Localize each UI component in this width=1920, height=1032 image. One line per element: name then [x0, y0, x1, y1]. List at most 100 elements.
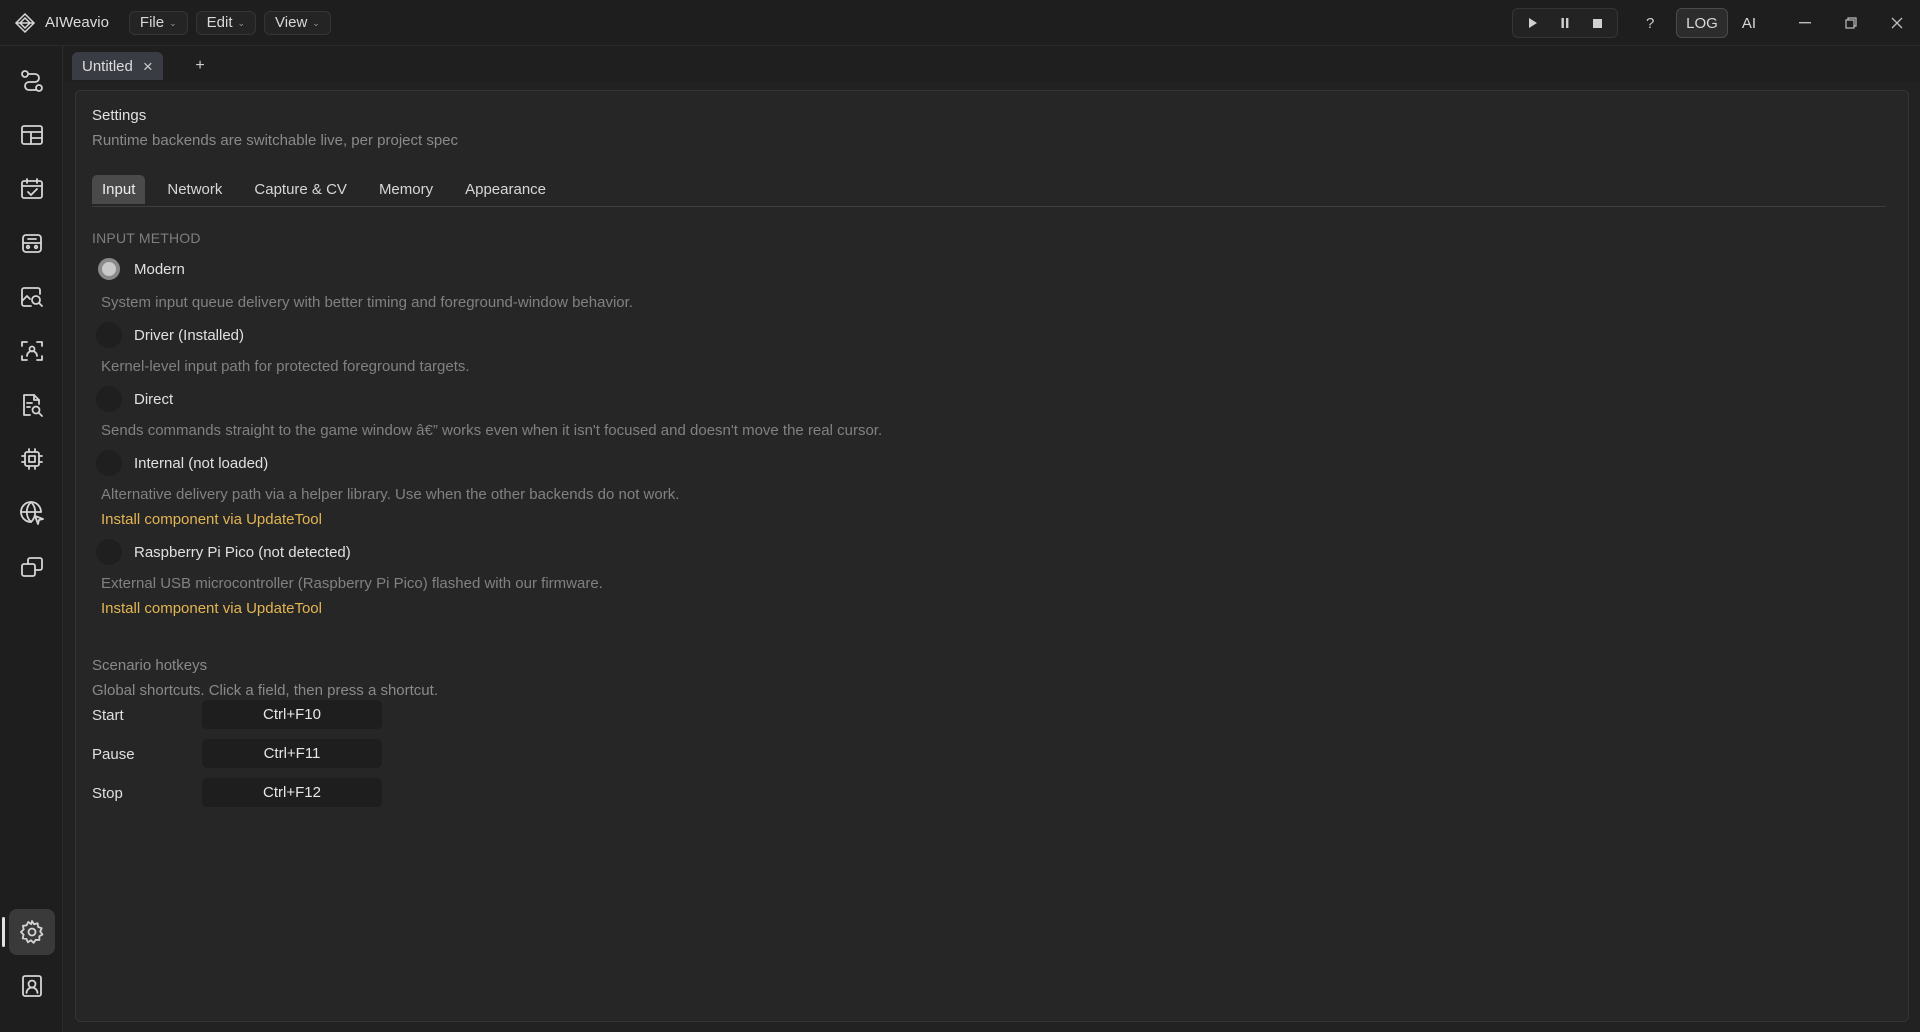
sidebar-item-document-search[interactable] — [9, 382, 55, 428]
workflow-icon — [21, 70, 43, 92]
tab-input[interactable]: Input — [92, 175, 146, 204]
option-driver[interactable]: Driver (Installed) — [92, 322, 244, 348]
hotkey-row-stop: Stop Ctrl+F12 — [92, 778, 382, 807]
menu-bar: File ⌄ Edit ⌄ View ⌄ — [128, 10, 331, 35]
document-tab-untitled[interactable]: Untitled × — [72, 52, 163, 80]
chevron-down-icon: ⌄ — [237, 18, 246, 28]
close-tab-icon[interactable]: × — [143, 58, 153, 75]
stop-icon — [1592, 18, 1602, 28]
sidebar-item-settings[interactable] — [9, 909, 55, 955]
menu-file-label: File — [139, 14, 165, 31]
calendar-check-icon — [21, 178, 43, 199]
hotkey-stop-field[interactable]: Ctrl+F12 — [202, 778, 382, 807]
option-direct-description: Sends commands straight to the game wind… — [101, 422, 883, 439]
sidebar-item-image-search[interactable] — [9, 274, 55, 320]
sidebar-item-network[interactable] — [9, 490, 55, 536]
tab-network[interactable]: Network — [157, 175, 232, 204]
input-method-heading: INPUT METHOD — [92, 230, 201, 246]
option-direct-label: Direct — [134, 390, 174, 408]
ai-button[interactable]: AI — [1742, 15, 1756, 32]
chip-icon — [21, 448, 43, 470]
chevron-down-icon: ⌄ — [312, 18, 320, 28]
tab-capture-cv[interactable]: Capture & CV — [244, 175, 357, 204]
add-tab-button[interactable]: + — [186, 54, 214, 78]
stop-button[interactable] — [1581, 9, 1613, 37]
sidebar-item-chip[interactable] — [9, 436, 55, 482]
log-button[interactable]: LOG — [1676, 8, 1728, 38]
active-indicator — [2, 917, 5, 947]
option-modern-label: Modern — [134, 260, 185, 278]
sidebar — [0, 46, 63, 1032]
hotkey-pause-label: Pause — [92, 746, 135, 763]
option-pico-description: External USB microcontroller (Raspberry … — [101, 575, 603, 592]
layout-icon — [21, 125, 43, 145]
windows-stack-icon — [21, 557, 43, 577]
menu-view-label: View — [275, 14, 308, 31]
hotkey-pause-field[interactable]: Ctrl+F11 — [202, 739, 382, 768]
title-bar-controls: ? LOG AI — [1512, 0, 1920, 46]
hotkeys-heading: Scenario hotkeys — [92, 657, 208, 674]
document-tab-label: Untitled — [82, 57, 133, 75]
close-window-button[interactable] — [1874, 0, 1920, 46]
sidebar-item-schedule[interactable] — [9, 166, 55, 212]
radio-direct[interactable] — [96, 386, 122, 412]
sidebar-item-scan[interactable] — [9, 328, 55, 374]
radio-internal[interactable] — [96, 450, 122, 476]
option-internal-label: Internal (not loaded) — [134, 454, 269, 472]
document-search-icon — [23, 394, 43, 417]
option-modern-description: System input queue delivery with better … — [101, 294, 633, 311]
hotkey-stop-label: Stop — [92, 785, 123, 802]
user-badge-icon — [22, 975, 42, 997]
sidebar-item-bot[interactable] — [9, 220, 55, 266]
page-title: Settings — [92, 107, 147, 124]
play-button[interactable] — [1517, 9, 1549, 37]
hotkey-row-start: Start Ctrl+F10 — [92, 700, 382, 729]
minimize-icon — [1799, 22, 1811, 24]
gear-icon — [20, 920, 44, 944]
app-name: AIWeavio — [45, 14, 109, 31]
hotkey-start-field[interactable]: Ctrl+F10 — [202, 700, 382, 729]
restore-icon — [1845, 17, 1857, 29]
menu-edit[interactable]: Edit ⌄ — [195, 10, 257, 35]
option-internal[interactable]: Internal (not loaded) — [92, 450, 268, 476]
tab-appearance[interactable]: Appearance — [455, 175, 556, 204]
option-pico-label: Raspberry Pi Pico (not detected) — [134, 543, 351, 561]
pause-icon — [1561, 18, 1569, 28]
scan-focus-icon — [21, 341, 43, 361]
close-icon — [1891, 17, 1903, 29]
robot-icon — [22, 234, 42, 253]
radio-driver[interactable] — [96, 322, 122, 348]
option-modern[interactable]: Modern — [92, 258, 185, 280]
sidebar-item-workflow[interactable] — [9, 58, 55, 104]
hotkey-row-pause: Pause Ctrl+F11 — [92, 739, 382, 768]
transport-controls — [1512, 8, 1619, 38]
help-button[interactable]: ? — [1636, 9, 1664, 37]
option-internal-description: Alternative delivery path via a helper l… — [101, 486, 680, 503]
menu-edit-label: Edit — [206, 14, 233, 31]
play-icon — [1529, 18, 1538, 28]
chevron-down-icon: ⌄ — [169, 18, 177, 28]
install-internal-link[interactable]: Install component via UpdateTool — [101, 511, 322, 528]
menu-file[interactable]: File ⌄ — [128, 10, 188, 35]
app-logo-icon — [14, 12, 36, 34]
sidebar-item-windows[interactable] — [9, 544, 55, 590]
menu-view[interactable]: View ⌄ — [264, 10, 331, 35]
tab-memory[interactable]: Memory — [369, 175, 443, 204]
restore-button[interactable] — [1828, 0, 1874, 46]
page-subtitle: Runtime backends are switchable live, pe… — [92, 132, 459, 149]
settings-tabs: Input Network Capture & CV Memory Appear… — [92, 175, 1886, 207]
option-direct[interactable]: Direct — [92, 386, 173, 412]
pause-button[interactable] — [1549, 9, 1581, 37]
option-driver-description: Kernel-level input path for protected fo… — [101, 358, 470, 375]
image-search-icon — [21, 287, 43, 307]
settings-panel: Settings Runtime backends are switchable… — [75, 90, 1909, 1022]
minimize-button[interactable] — [1782, 0, 1828, 46]
sidebar-item-profile[interactable] — [9, 963, 55, 1009]
option-pico[interactable]: Raspberry Pi Pico (not detected) — [92, 539, 351, 565]
title-bar: AIWeavio File ⌄ Edit ⌄ View ⌄ ? LOG AI — [0, 0, 1920, 46]
sidebar-item-layout[interactable] — [9, 112, 55, 158]
install-pico-link[interactable]: Install component via UpdateTool — [101, 600, 322, 617]
globe-cursor-icon — [20, 501, 44, 525]
radio-modern[interactable] — [98, 258, 120, 280]
radio-pico[interactable] — [96, 539, 122, 565]
